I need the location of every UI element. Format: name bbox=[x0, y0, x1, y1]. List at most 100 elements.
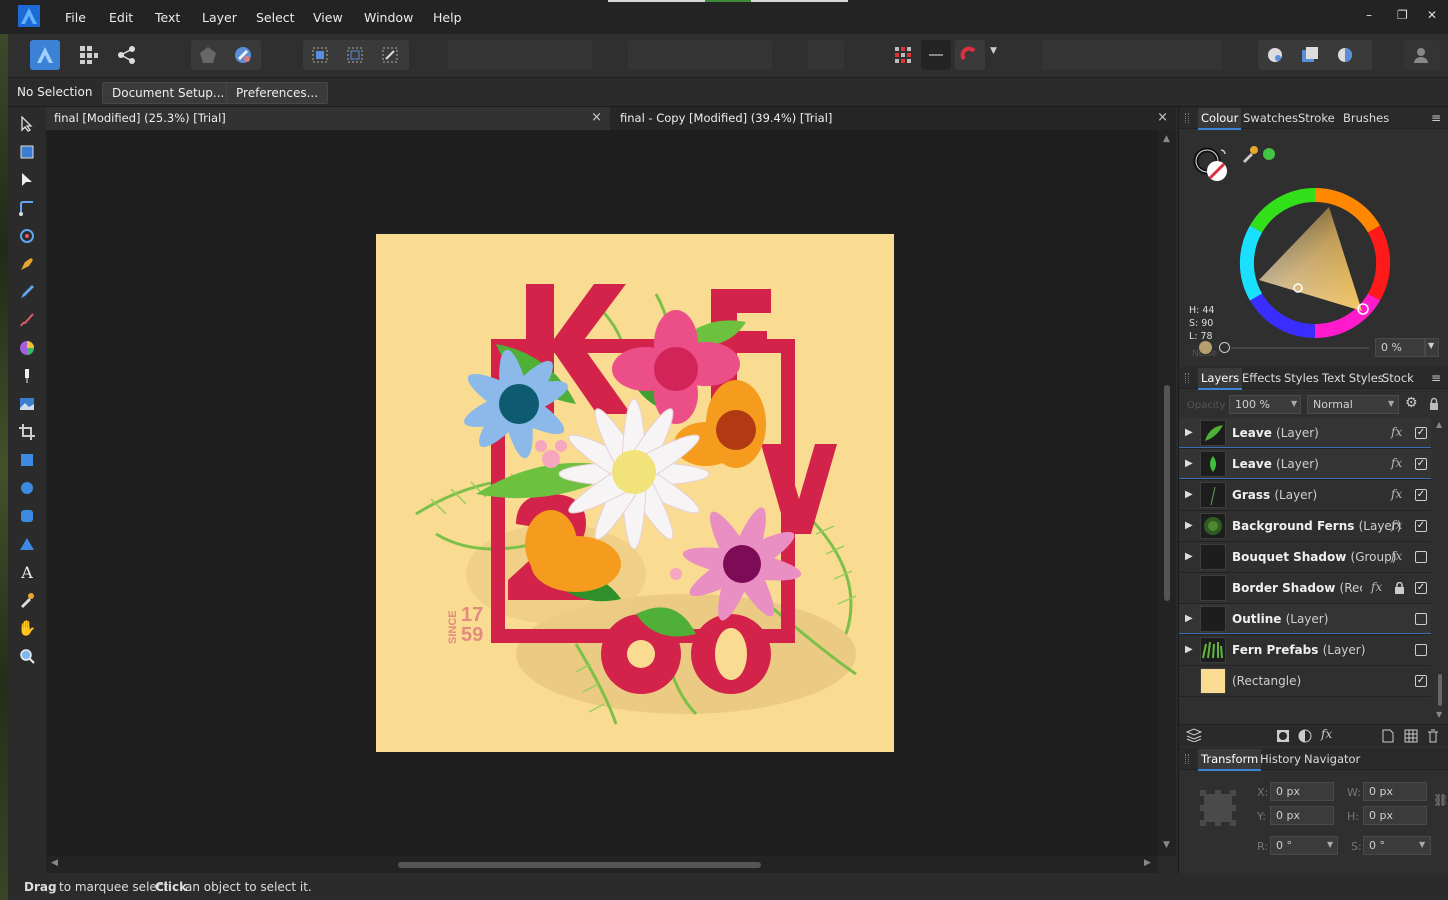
expand-arrow-icon[interactable]: ▶ bbox=[1185, 458, 1193, 469]
scroll-right-icon[interactable]: ▶ bbox=[1144, 858, 1151, 868]
layer-row[interactable]: ▶ Grass (Layer) fx ✓ bbox=[1179, 480, 1431, 511]
fx-icon[interactable]: fx bbox=[1391, 518, 1402, 532]
noise-dropdown-icon[interactable]: ▼ bbox=[1425, 338, 1439, 357]
layer-fx-icon[interactable]: fx bbox=[1321, 727, 1332, 741]
export-persona-icon[interactable] bbox=[112, 40, 142, 70]
menu-file[interactable]: File bbox=[65, 10, 86, 25]
visibility-checkbox[interactable]: ✓ bbox=[1415, 458, 1427, 470]
assistant-icon[interactable] bbox=[193, 40, 223, 70]
fx-icon[interactable]: fx bbox=[1391, 456, 1402, 470]
snapping-magnet-icon[interactable] bbox=[955, 40, 985, 70]
visibility-checkbox[interactable]: ✓ bbox=[1415, 489, 1427, 501]
menu-view[interactable]: View bbox=[313, 10, 343, 25]
lock-icon[interactable] bbox=[1429, 397, 1439, 410]
delete-layer-icon[interactable] bbox=[1427, 729, 1439, 743]
tab-transform[interactable]: Transform bbox=[1198, 749, 1262, 771]
layer-settings-gear-icon[interactable]: ⚙ bbox=[1405, 395, 1418, 411]
fill-tool-icon[interactable] bbox=[17, 338, 37, 358]
minimize-icon[interactable]: – bbox=[1366, 8, 1372, 22]
visibility-checkbox[interactable]: ✓ bbox=[1415, 582, 1427, 594]
visibility-checkbox[interactable] bbox=[1415, 644, 1427, 656]
layers-scrollbar[interactable]: ▲ ▼ bbox=[1435, 420, 1445, 720]
tab-final[interactable]: final [Modified] (25.3%) [Trial] × bbox=[46, 107, 610, 130]
noise-slider-track[interactable] bbox=[1231, 347, 1369, 349]
view-tool-icon[interactable]: ✋ bbox=[17, 618, 37, 638]
fill-stroke-swatch-icon[interactable] bbox=[1193, 147, 1229, 183]
color-picker-tool-icon[interactable] bbox=[17, 590, 37, 610]
pixel-persona-icon[interactable] bbox=[74, 40, 104, 70]
blend-mode-select[interactable]: Normal bbox=[1307, 395, 1399, 414]
visibility-checkbox[interactable]: ✓ bbox=[1415, 427, 1427, 439]
layer-row[interactable]: ▶ Background Ferns (Layer) fx ✓ bbox=[1179, 511, 1431, 542]
anchor-point-selector[interactable] bbox=[1199, 789, 1237, 827]
scroll-up-icon[interactable]: ▲ bbox=[1163, 134, 1170, 144]
add-pixel-layer-icon[interactable] bbox=[1404, 729, 1418, 743]
place-image-tool-icon[interactable] bbox=[17, 394, 37, 414]
crop-tool-icon[interactable] bbox=[17, 422, 37, 442]
transparency-tool-icon[interactable] bbox=[17, 366, 37, 386]
fx-icon[interactable]: fx bbox=[1391, 487, 1402, 501]
panel-menu-icon[interactable]: ≡ bbox=[1431, 371, 1441, 385]
panel-menu-icon[interactable]: ≡ bbox=[1431, 111, 1441, 125]
artistic-text-tool-icon[interactable]: A bbox=[17, 562, 37, 582]
tab-styles[interactable]: Styles bbox=[1284, 371, 1319, 385]
horizontal-scrollbar[interactable]: ◀ ▶ bbox=[46, 856, 1158, 873]
vertical-scrollbar[interactable]: ▲ ▼ bbox=[1158, 130, 1176, 856]
expand-arrow-icon[interactable]: ▶ bbox=[1185, 489, 1193, 500]
rounded-rectangle-tool-icon[interactable] bbox=[17, 506, 37, 526]
add-layer-icon[interactable] bbox=[1382, 729, 1394, 743]
expand-arrow-icon[interactable]: ▶ bbox=[1185, 644, 1193, 655]
designer-persona-icon[interactable] bbox=[30, 40, 60, 70]
mask-icon[interactable] bbox=[1276, 729, 1290, 743]
tab-history[interactable]: History bbox=[1260, 752, 1301, 766]
x-field[interactable]: 0 px bbox=[1270, 782, 1334, 801]
scroll-down-icon[interactable]: ▼ bbox=[1163, 840, 1170, 850]
close-tab-icon[interactable]: × bbox=[1157, 110, 1168, 125]
panel-grip-icon[interactable] bbox=[1185, 754, 1189, 764]
shear-dropdown-icon[interactable]: ▼ bbox=[1419, 840, 1425, 849]
rectangle-tool-icon[interactable] bbox=[17, 450, 37, 470]
restore-icon[interactable]: ❐ bbox=[1397, 8, 1408, 22]
tab-text-styles[interactable]: Text Styles bbox=[1322, 371, 1384, 385]
expand-arrow-icon[interactable]: ▶ bbox=[1185, 551, 1193, 562]
tab-navigator[interactable]: Navigator bbox=[1304, 752, 1360, 766]
affinity-designer-logo-icon[interactable] bbox=[18, 5, 40, 27]
layer-row[interactable]: Border Shadow (Rect... fx ✓ bbox=[1179, 573, 1431, 604]
noise-value-field[interactable]: 0 % bbox=[1375, 338, 1425, 357]
tab-final-copy[interactable]: final - Copy [Modified] (39.4%) [Trial] … bbox=[612, 107, 1176, 130]
panel-grip-icon[interactable] bbox=[1185, 373, 1189, 383]
tab-layers[interactable]: Layers bbox=[1198, 368, 1243, 390]
pen-tool-icon[interactable] bbox=[17, 254, 37, 274]
insert-inside-icon[interactable] bbox=[1260, 40, 1290, 70]
scroll-left-icon[interactable]: ◀ bbox=[51, 858, 58, 868]
insert-top-icon[interactable] bbox=[1330, 40, 1360, 70]
snapping-mode-icon[interactable] bbox=[921, 40, 951, 70]
menu-text[interactable]: Text bbox=[155, 10, 180, 25]
layer-row[interactable]: (Rectangle) ✓ bbox=[1179, 666, 1431, 697]
move-tool-icon[interactable] bbox=[17, 114, 37, 134]
close-window-icon[interactable]: ✕ bbox=[1427, 8, 1437, 22]
select-all-icon[interactable] bbox=[305, 40, 335, 70]
tab-colour[interactable]: Colour bbox=[1198, 108, 1242, 130]
rotation-dropdown-icon[interactable]: ▼ bbox=[1327, 840, 1333, 849]
expand-arrow-icon[interactable]: ▶ bbox=[1185, 613, 1193, 624]
document-canvas[interactable]: SINCE 17 59 bbox=[46, 130, 1158, 856]
expand-arrow-icon[interactable]: ▶ bbox=[1185, 520, 1193, 531]
vertical-scroll-thumb[interactable] bbox=[1164, 385, 1170, 601]
adjustment-icon[interactable] bbox=[1298, 729, 1312, 743]
colour-wheel[interactable] bbox=[1237, 185, 1393, 341]
layer-row[interactable]: ▶ Outline (Layer) bbox=[1179, 604, 1431, 635]
menu-window[interactable]: Window bbox=[364, 10, 413, 25]
node-tool-icon[interactable] bbox=[17, 170, 37, 190]
fx-icon[interactable]: fx bbox=[1371, 580, 1382, 594]
document-setup-button[interactable]: Document Setup... bbox=[102, 82, 235, 104]
y-field[interactable]: 0 px bbox=[1270, 806, 1334, 825]
triangle-tool-icon[interactable] bbox=[17, 534, 37, 554]
visibility-checkbox[interactable] bbox=[1415, 551, 1427, 563]
visibility-checkbox[interactable] bbox=[1415, 613, 1427, 625]
link-aspect-icon[interactable]: ⛓ bbox=[1433, 793, 1448, 807]
artboard-tool-icon[interactable] bbox=[17, 142, 37, 162]
blend-mode-dropdown-icon[interactable]: ▼ bbox=[1388, 399, 1394, 408]
recent-colour-swatch[interactable] bbox=[1263, 148, 1275, 160]
tab-swatches[interactable]: Swatches bbox=[1243, 111, 1298, 125]
